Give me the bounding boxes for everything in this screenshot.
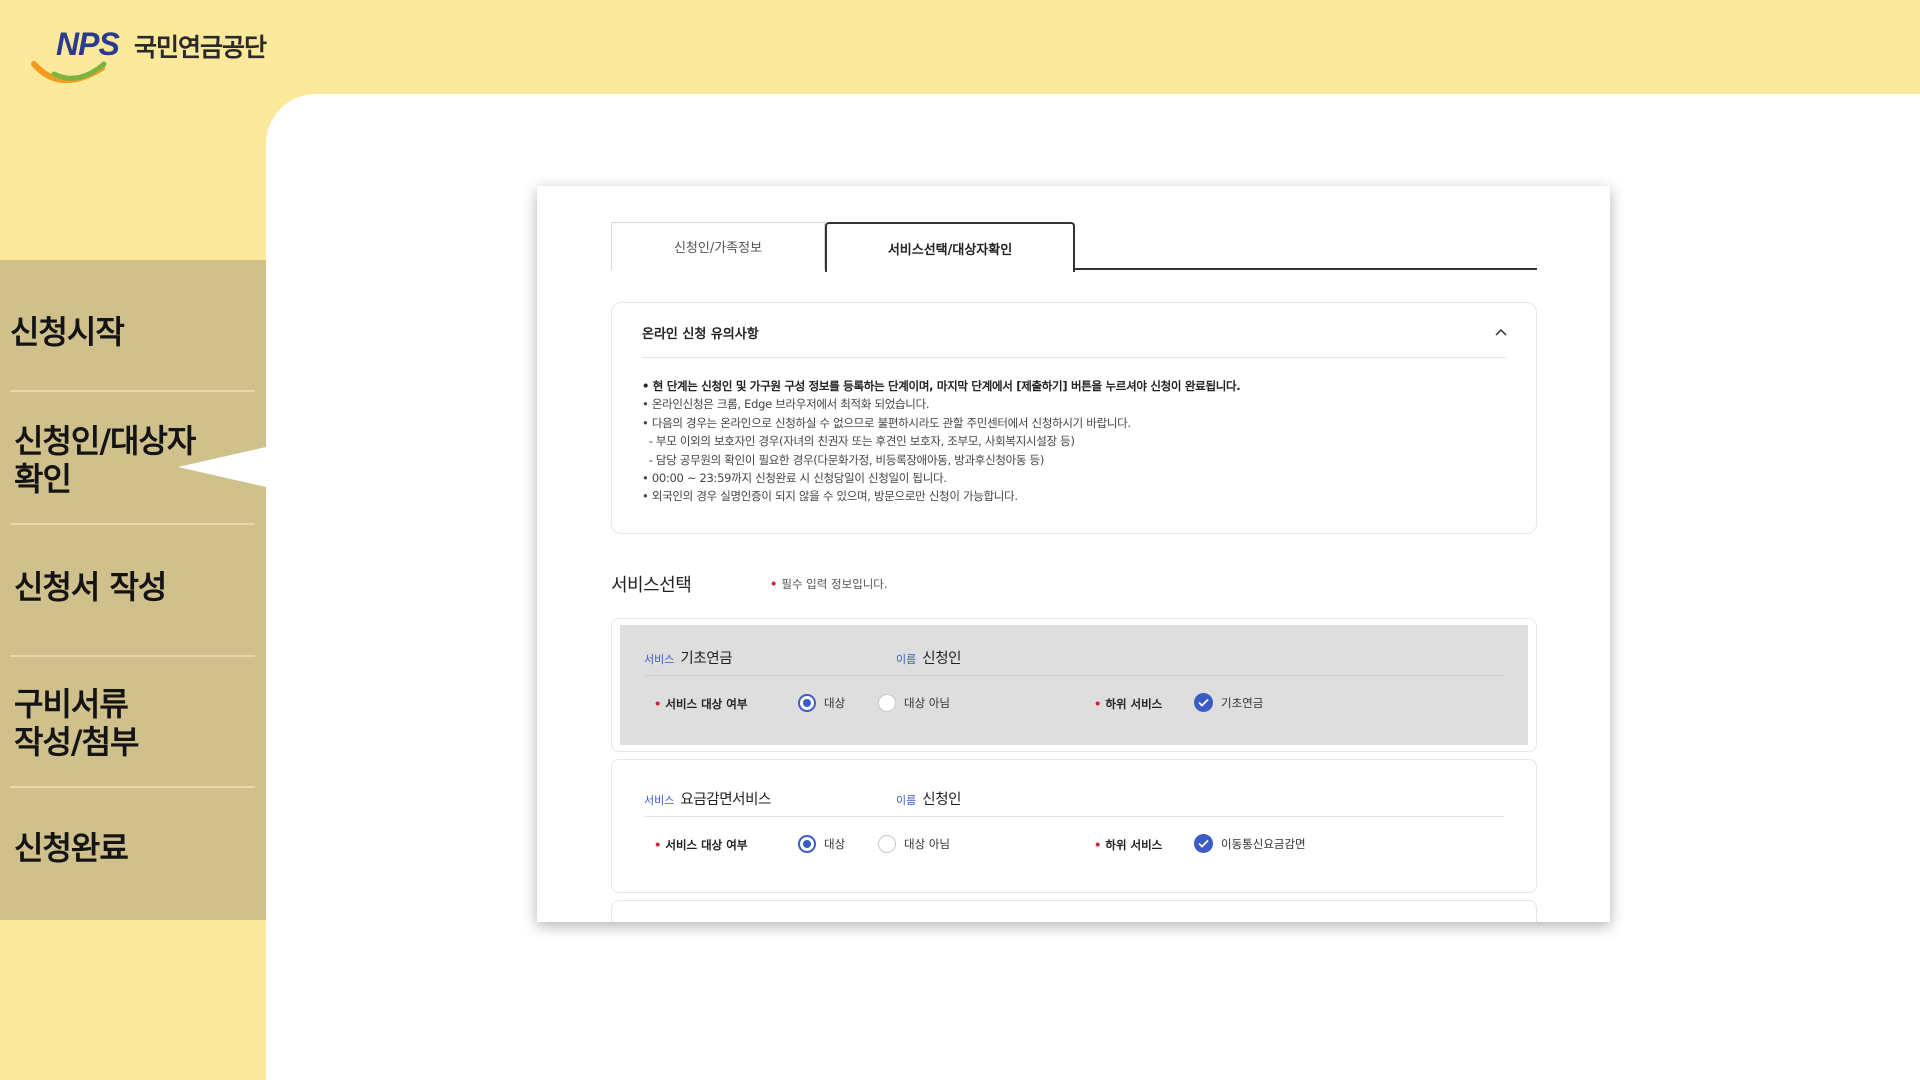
step-label: 신청인/대상자 확인 <box>14 422 196 498</box>
sub-service-label: • 하위 서비스 <box>1094 697 1163 711</box>
step-attach-docs: 구비서류 작성/첨부 <box>0 678 266 768</box>
step-divider <box>10 655 255 657</box>
notice-item: - 부모 이외의 보호자인 경우(자녀의 친권자 또는 후견인 보호자, 조부모… <box>642 434 1075 449</box>
target-question-label: • 서비스 대상 여부 <box>654 697 748 711</box>
radio-selected-icon <box>798 835 816 853</box>
required-mark: • <box>770 577 778 591</box>
required-mark: • <box>654 838 662 852</box>
notice-item: • 온라인신청은 크롬, Edge 브라우저에서 최적화 되었습니다. <box>642 397 930 412</box>
chevron-up-icon <box>1495 328 1507 336</box>
notice-item: • 현 단계는 신청인 및 가구원 구성 정보를 등록하는 단계이며, 마지막 … <box>642 379 1241 393</box>
radio-target-yes[interactable]: 대상 <box>798 694 845 712</box>
step-divider <box>10 523 255 525</box>
service-options: • 서비스 대상 여부 대상 대상 아님 • 하위 서비스 기초연금 <box>654 691 1514 717</box>
step-write-form: 신청서 작성 <box>0 555 266 619</box>
service-user-field: 이름 신청인 <box>896 788 961 809</box>
service-options: • 서비스 대상 여부 대상 대상 아님 • 하위 서비스 이동통신요금감면 <box>654 832 1514 858</box>
service-name: 요금감면서비스 <box>680 792 771 808</box>
radio-unselected-icon <box>878 835 896 853</box>
applicant-name: 신청인 <box>922 792 962 808</box>
notice-item: • 00:00 ~ 23:59까지 신청완료 시 신청당일이 신청일이 됩니다. <box>642 471 947 486</box>
required-mark: • <box>1094 838 1102 852</box>
tab-applicant-family[interactable]: 신청인/가족정보 <box>611 222 825 270</box>
service-name-field: 서비스 요금감면서비스 <box>644 788 771 809</box>
applicant-name: 신청인 <box>922 651 962 667</box>
radio-target-yes[interactable]: 대상 <box>798 835 845 853</box>
tab-service-select[interactable]: 서비스선택/대상자확인 <box>825 222 1075 272</box>
service-header: 서비스 요금감면서비스 이름 신청인 <box>644 786 1504 812</box>
target-question-label: • 서비스 대상 여부 <box>654 838 748 852</box>
notice-panel: 온라인 신청 유의사항 • 현 단계는 신청인 및 가구원 구성 정보를 등록하… <box>611 302 1537 534</box>
name-label: 이름 <box>896 794 917 807</box>
required-note: • 필수 입력 정보입니다. <box>770 576 888 592</box>
process-steps: 신청시작 신청인/대상자 확인 신청서 작성 구비서류 작성/첨부 신청완료 <box>0 260 266 920</box>
service-card-body: 서비스 기초연금 이름 신청인 • 서비스 대상 여부 대상 대상 아님 • 하위 서비… <box>620 625 1528 745</box>
notice-item: - 담당 공무원의 확인이 필요한 경우(다문화가정, 비등록장애아동, 방과후… <box>642 452 1045 467</box>
required-mark: • <box>1094 697 1102 711</box>
service-user-field: 이름 신청인 <box>896 647 961 668</box>
check-icon <box>1194 834 1213 853</box>
section-title: 서비스선택 <box>611 575 692 596</box>
required-note-text: 필수 입력 정보입니다. <box>781 577 888 591</box>
notice-list: • 현 단계는 신청인 및 가구원 구성 정보를 등록하는 단계이며, 마지막 … <box>642 377 1516 506</box>
step-divider <box>10 786 255 788</box>
radio-selected-icon <box>798 694 816 712</box>
step-complete: 신청완료 <box>0 816 266 880</box>
application-form-screenshot: 신청인/가족정보 서비스선택/대상자확인 온라인 신청 유의사항 • 현 단계는… <box>537 186 1610 922</box>
sub-service-label: • 하위 서비스 <box>1094 838 1163 852</box>
active-step-pointer <box>178 447 266 487</box>
check-icon <box>1194 693 1213 712</box>
org-name: 국민연금공단 <box>134 33 267 62</box>
service-card-partial <box>611 900 1537 922</box>
notice-divider <box>642 357 1506 358</box>
form-tabs: 신청인/가족정보 서비스선택/대상자확인 <box>611 222 1537 272</box>
required-mark: • <box>654 697 662 711</box>
nps-logo[interactable]: NPS 국민연금공단 <box>30 26 330 83</box>
notice-item: • 다음의 경우는 온라인으로 신청하실 수 없으므로 불편하시라도 관할 주민… <box>642 415 1131 430</box>
notice-title: 온라인 신청 유의사항 <box>642 327 759 342</box>
notice-collapse-button[interactable] <box>1492 323 1510 341</box>
service-name-field: 서비스 기초연금 <box>644 647 733 668</box>
service-card-body: 서비스 요금감면서비스 이름 신청인 • 서비스 대상 여부 대상 대상 아님 • 하위… <box>620 766 1528 886</box>
step-divider <box>10 390 255 392</box>
service-header: 서비스 기초연금 이름 신청인 <box>644 645 1504 671</box>
step-label: 구비서류 작성/첨부 <box>14 685 139 761</box>
step-label: 신청완료 <box>14 829 129 867</box>
notice-item: • 외국인의 경우 실명인증이 되지 않을 수 있으며, 방문으로만 신청이 가… <box>642 489 1018 504</box>
service-divider <box>644 816 1504 817</box>
radio-unselected-icon <box>878 694 896 712</box>
logo-wordmark: NPS <box>56 26 120 62</box>
step-label: 신청서 작성 <box>14 568 167 606</box>
service-label: 서비스 <box>644 653 675 666</box>
service-divider <box>644 675 1504 676</box>
service-card: 서비스 기초연금 이름 신청인 • 서비스 대상 여부 대상 대상 아님 • 하위 서비… <box>611 618 1537 752</box>
radio-target-no[interactable]: 대상 아님 <box>878 835 950 853</box>
step-label: 신청시작 <box>10 313 125 351</box>
service-label: 서비스 <box>644 794 675 807</box>
service-name: 기초연금 <box>680 651 733 667</box>
radio-target-no[interactable]: 대상 아님 <box>878 694 950 712</box>
service-card: 서비스 요금감면서비스 이름 신청인 • 서비스 대상 여부 대상 대상 아님 • 하위… <box>611 759 1537 893</box>
sub-service-checkbox[interactable]: 기초연금 <box>1194 693 1263 712</box>
name-label: 이름 <box>896 653 917 666</box>
sub-service-checkbox[interactable]: 이동통신요금감면 <box>1194 834 1306 853</box>
step-start: 신청시작 <box>0 300 266 364</box>
